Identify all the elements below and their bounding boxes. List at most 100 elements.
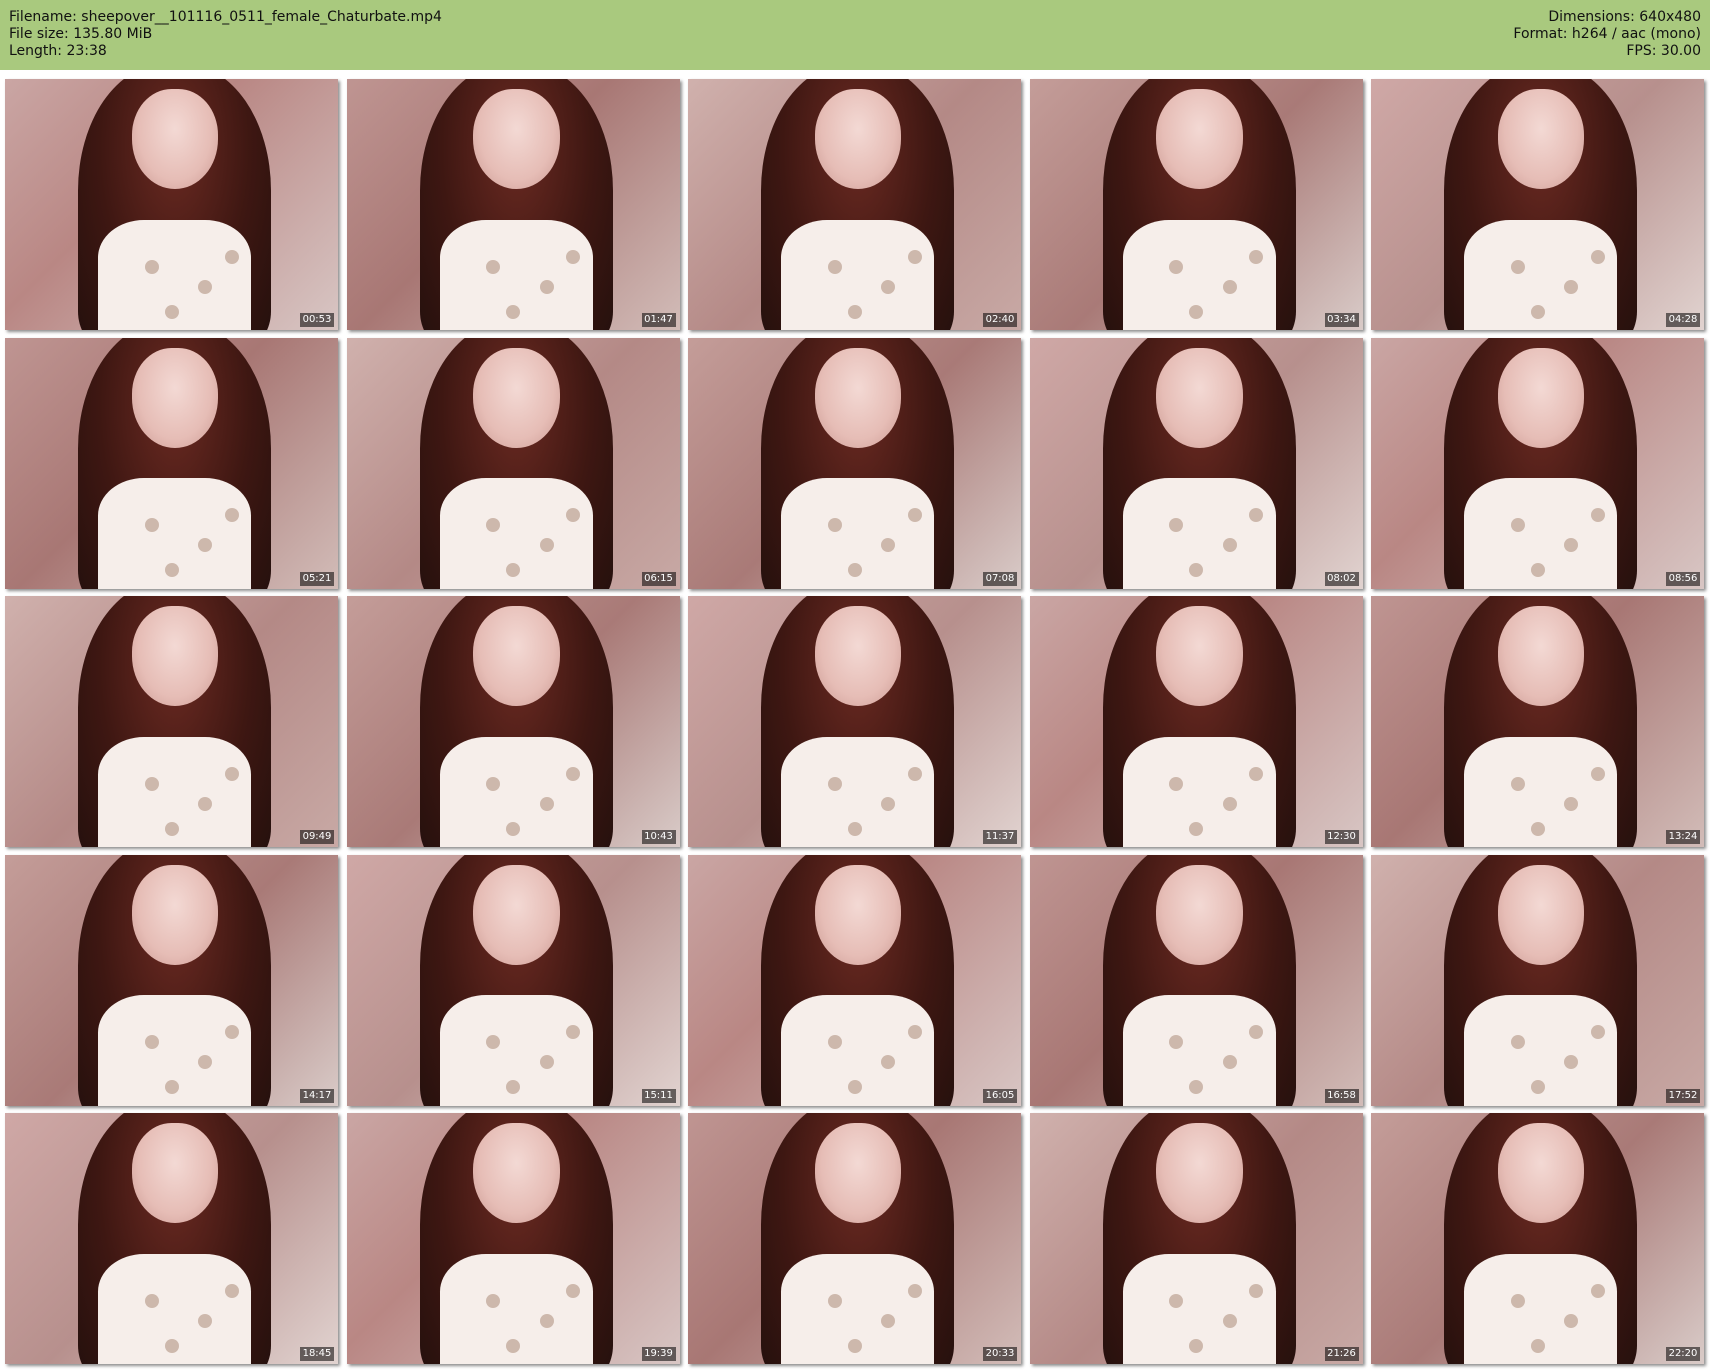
shirt-dot bbox=[907, 508, 922, 523]
shirt-dot bbox=[486, 259, 501, 274]
thumbnail-face bbox=[1156, 606, 1243, 707]
thumbnail-timestamp: 09:49 bbox=[300, 830, 334, 844]
shirt-dot bbox=[907, 1025, 922, 1040]
thumbnail-timestamp: 07:08 bbox=[983, 571, 1017, 586]
shirt-dot bbox=[827, 776, 842, 791]
thumbnail-face bbox=[131, 347, 219, 448]
thumbnail-timestamp: 16:05 bbox=[983, 1088, 1017, 1103]
video-thumbnail: 15:11 bbox=[346, 854, 680, 1106]
thumbnail-face bbox=[1156, 89, 1243, 190]
shirt-dot bbox=[847, 821, 862, 836]
shirt-dot bbox=[198, 796, 213, 811]
thumbnail-face bbox=[473, 606, 560, 707]
shirt-dot bbox=[907, 1283, 922, 1298]
thumbnail-timestamp: 16:58 bbox=[1324, 1088, 1359, 1103]
thumbnail-face bbox=[131, 89, 219, 190]
info-header: Filename: sheepover__101116_0511_female_… bbox=[0, 0, 1710, 70]
shirt-dot bbox=[1590, 508, 1605, 523]
shirt-dot bbox=[827, 518, 842, 533]
video-thumbnail: 12:30 bbox=[1029, 596, 1363, 847]
filesize-text: File size: 135.80 MiB bbox=[9, 26, 153, 42]
shirt-dot bbox=[164, 304, 179, 319]
shirt-dot bbox=[1510, 776, 1525, 791]
format-text: Format: h264 / aac (mono) bbox=[1513, 26, 1701, 42]
shirt-dot bbox=[1590, 1025, 1605, 1040]
shirt-dot bbox=[847, 1338, 862, 1353]
shirt-dot bbox=[1530, 1338, 1545, 1353]
thumbnail-face bbox=[1156, 1123, 1243, 1224]
shirt-dot bbox=[164, 1338, 179, 1353]
shirt-dot bbox=[566, 1283, 581, 1298]
thumbnail-face bbox=[473, 864, 560, 965]
thumbnail-timestamp: 21:26 bbox=[1324, 1347, 1359, 1361]
thumbnail-face bbox=[814, 347, 902, 448]
shirt-dot bbox=[224, 1283, 239, 1298]
thumbnail-face bbox=[1497, 864, 1585, 965]
fps-text: FPS: 30.00 bbox=[1626, 43, 1701, 59]
shirt-dot bbox=[1222, 538, 1237, 553]
thumbnail-timestamp: 20:33 bbox=[983, 1347, 1017, 1361]
video-thumbnail: 05:21 bbox=[5, 337, 338, 589]
thumbnail-timestamp: 11:37 bbox=[983, 830, 1017, 844]
shirt-dot bbox=[881, 796, 896, 811]
video-thumbnail: 10:43 bbox=[346, 596, 680, 847]
video-thumbnail: 08:56 bbox=[1371, 337, 1704, 589]
video-thumbnail: 06:15 bbox=[346, 337, 680, 589]
shirt-dot bbox=[1169, 259, 1184, 274]
video-thumbnail: 11:37 bbox=[688, 596, 1021, 847]
shirt-dot bbox=[144, 1293, 159, 1308]
thumbnail-timestamp: 02:40 bbox=[983, 313, 1017, 327]
thumbnail-face bbox=[1497, 347, 1585, 448]
shirt-dot bbox=[1169, 776, 1184, 791]
shirt-dot bbox=[144, 1035, 159, 1050]
video-thumbnail: 09:49 bbox=[5, 596, 338, 847]
thumbnail-face bbox=[1497, 89, 1585, 190]
thumbnail-timestamp: 04:28 bbox=[1666, 313, 1700, 327]
shirt-dot bbox=[1249, 1283, 1264, 1298]
shirt-dot bbox=[144, 776, 159, 791]
video-thumbnail: 01:47 bbox=[346, 79, 680, 330]
shirt-dot bbox=[539, 538, 554, 553]
thumbnail-face bbox=[131, 864, 219, 965]
shirt-dot bbox=[144, 259, 159, 274]
thumbnail-timestamp: 08:56 bbox=[1666, 571, 1700, 586]
length-text: Length: 23:38 bbox=[9, 43, 107, 59]
shirt-dot bbox=[198, 1313, 213, 1328]
video-thumbnail: 21:26 bbox=[1029, 1113, 1363, 1364]
stream-info: Dimensions: 640x480 Format: h264 / aac (… bbox=[1401, 9, 1701, 60]
shirt-dot bbox=[539, 1313, 554, 1328]
shirt-dot bbox=[539, 279, 554, 294]
shirt-dot bbox=[1590, 249, 1605, 264]
thumbnail-timestamp: 12:30 bbox=[1324, 830, 1359, 844]
shirt-dot bbox=[1510, 259, 1525, 274]
shirt-dot bbox=[847, 304, 862, 319]
thumbnail-face bbox=[1497, 606, 1585, 707]
shirt-dot bbox=[1530, 821, 1545, 836]
video-thumbnail: 20:33 bbox=[688, 1113, 1021, 1364]
thumbnail-timestamp: 22:20 bbox=[1666, 1347, 1700, 1361]
shirt-dot bbox=[1222, 1055, 1237, 1070]
shirt-dot bbox=[1510, 1035, 1525, 1050]
video-thumbnail: 18:45 bbox=[5, 1113, 338, 1364]
shirt-dot bbox=[486, 776, 501, 791]
shirt-dot bbox=[1590, 766, 1605, 781]
thumbnail-timestamp: 05:21 bbox=[300, 571, 334, 586]
thumbnail-face bbox=[1156, 864, 1243, 965]
shirt-dot bbox=[1564, 1313, 1579, 1328]
thumbnail-timestamp: 00:53 bbox=[300, 313, 334, 327]
thumbnail-face bbox=[473, 1123, 560, 1224]
video-thumbnail: 16:05 bbox=[688, 854, 1021, 1106]
shirt-dot bbox=[566, 249, 581, 264]
thumbnail-face bbox=[1156, 347, 1243, 448]
filename-text: Filename: sheepover__101116_0511_female_… bbox=[9, 9, 442, 25]
shirt-dot bbox=[566, 766, 581, 781]
video-thumbnail: 13:24 bbox=[1371, 596, 1704, 847]
thumbnail-timestamp: 03:34 bbox=[1324, 313, 1359, 327]
shirt-dot bbox=[486, 1293, 501, 1308]
shirt-dot bbox=[827, 1293, 842, 1308]
shirt-dot bbox=[1169, 1293, 1184, 1308]
thumbnail-timestamp: 06:15 bbox=[641, 571, 676, 586]
thumbnail-face bbox=[1497, 1123, 1585, 1224]
video-thumbnail: 07:08 bbox=[688, 337, 1021, 589]
video-thumbnail: 04:28 bbox=[1371, 79, 1704, 330]
